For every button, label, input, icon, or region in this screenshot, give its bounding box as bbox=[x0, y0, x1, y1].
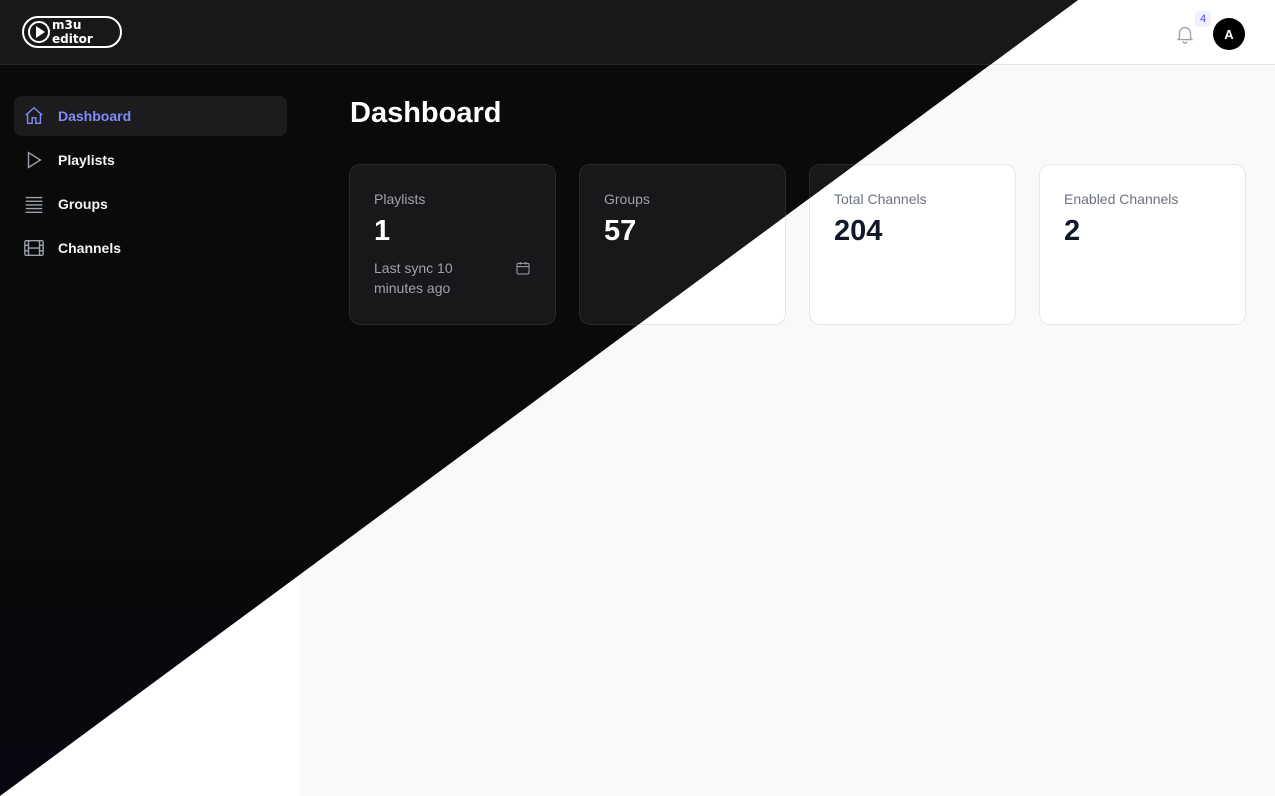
stat-value: 204 bbox=[834, 215, 883, 247]
stat-description: Last sync 10 minutes ago bbox=[374, 260, 453, 296]
sidebar-item-playlists[interactable]: Playlists bbox=[14, 140, 287, 180]
stat-label: Enabled Channels bbox=[1064, 191, 1179, 207]
sidebar-item-label: Dashboard bbox=[58, 108, 132, 124]
film-icon bbox=[23, 237, 45, 259]
sidebar-item-label: Channels bbox=[58, 240, 122, 256]
sidebar-item-label: Groups bbox=[58, 196, 108, 212]
user-avatar[interactable]: A bbox=[1213, 18, 1245, 50]
sidebar-item-label: Playlists bbox=[58, 152, 115, 168]
sidebar-nav: Dashboard Playlists Groups Channels bbox=[14, 96, 287, 272]
sidebar-item-groups[interactable]: Groups bbox=[14, 184, 287, 224]
logo-text: m3u editor bbox=[52, 18, 93, 46]
stat-value: 57 bbox=[604, 215, 637, 247]
notifications-bell-icon[interactable] bbox=[1174, 22, 1196, 46]
sidebar-item-dashboard[interactable]: Dashboard bbox=[14, 96, 287, 136]
stat-label: Groups bbox=[604, 191, 650, 207]
list-icon bbox=[23, 193, 45, 215]
sidebar-item-channels[interactable]: Channels bbox=[14, 228, 287, 268]
stat-value: 2 bbox=[1064, 215, 1081, 247]
app-logo[interactable]: m3u editor bbox=[22, 16, 122, 48]
stat-label: Playlists bbox=[374, 191, 426, 207]
stat-value: 1 bbox=[374, 215, 391, 247]
stat-card-total-channels: Total Channels 204 bbox=[809, 164, 1016, 325]
logo-play-icon bbox=[28, 21, 50, 43]
stat-card-enabled-channels: Enabled Channels 2 bbox=[1039, 164, 1246, 325]
notifications-badge: 4 bbox=[1195, 11, 1211, 27]
home-icon bbox=[23, 105, 45, 127]
page-title: Dashboard bbox=[350, 97, 502, 129]
play-icon bbox=[23, 149, 45, 171]
calendar-icon bbox=[515, 260, 531, 276]
stat-card-playlists: Playlists 1 Last sync 10 minutes ago bbox=[349, 164, 556, 325]
stat-label: Total Channels bbox=[834, 191, 927, 207]
